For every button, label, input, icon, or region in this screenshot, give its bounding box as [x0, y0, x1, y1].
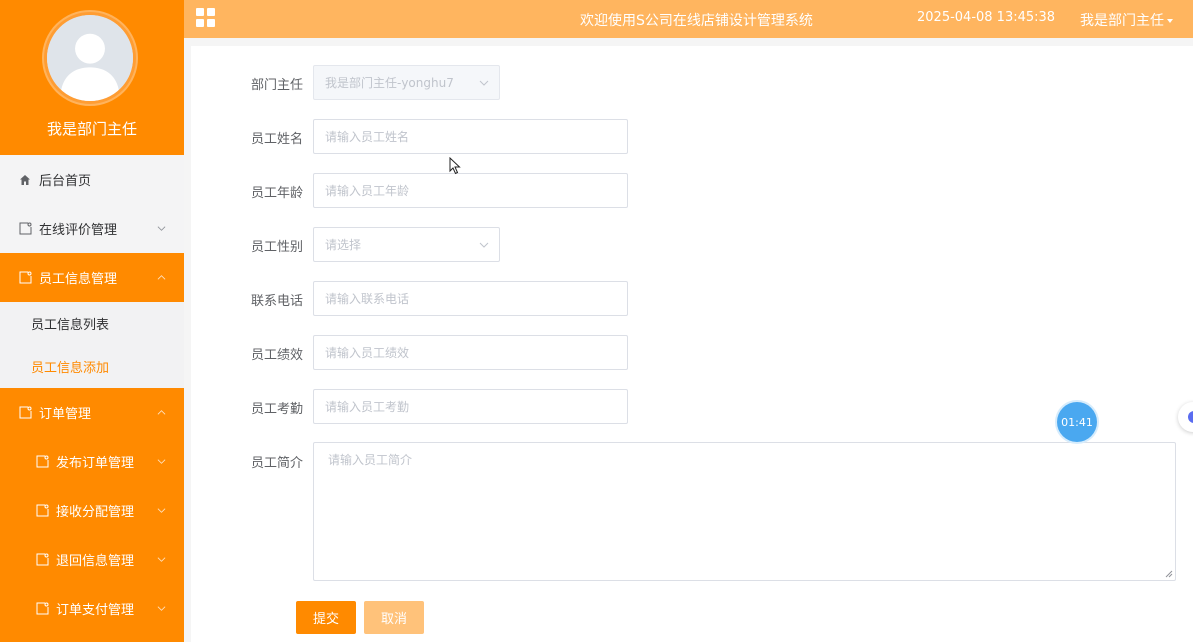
department-head-select: 我是部门主任-yonghu7	[313, 65, 500, 100]
employee-gender-placeholder: 请选择	[325, 238, 362, 252]
sidebar-item-orders[interactable]: 订单管理	[0, 388, 184, 437]
system-title: 欢迎使用S公司在线店铺设计管理系统	[580, 13, 813, 29]
sidebar-item-label: 后台首页	[39, 174, 92, 189]
avatar[interactable]	[44, 12, 136, 104]
chevron-up-icon	[157, 274, 166, 280]
label-employee-age: 员工年龄	[250, 186, 303, 201]
profile: 我是部门主任	[0, 0, 184, 155]
sidebar: 我是部门主任 后台首页 在线评价管理 员工信息管理 员工信息列表 员工信息添加 …	[0, 0, 184, 642]
sidebar-item-home[interactable]: 后台首页	[0, 155, 184, 204]
submit-button[interactable]: 提交	[296, 601, 356, 634]
label-employee-name: 员工姓名	[250, 132, 303, 147]
form-panel: 部门主任 我是部门主任-yonghu7 员工姓名 请输入员工姓名 员工年龄 请输…	[191, 46, 1193, 642]
document-icon	[35, 455, 49, 469]
phone-placeholder: 请输入联系电话	[325, 292, 410, 306]
employee-gender-select[interactable]: 请选择	[313, 227, 500, 262]
sidebar-item-label: 在线评价管理	[39, 223, 118, 238]
employee-profile-textarea[interactable]: 请输入员工简介	[313, 442, 1176, 581]
sidebar-item-label: 退回信息管理	[56, 554, 135, 569]
document-icon	[35, 602, 49, 616]
document-icon	[35, 504, 49, 518]
chevron-down-icon	[157, 458, 166, 464]
document-icon	[18, 271, 32, 285]
sidebar-item-label: 员工信息管理	[39, 272, 118, 287]
performance-placeholder: 请输入员工绩效	[325, 346, 410, 360]
sidebar-item-employee-management[interactable]: 员工信息管理	[0, 253, 184, 302]
sidebar-item-employee-add[interactable]: 员工信息添加	[0, 345, 184, 388]
mouse-cursor-icon	[449, 157, 461, 175]
label-profile: 员工简介	[250, 456, 303, 471]
performance-input[interactable]: 请输入员工绩效	[313, 335, 628, 370]
current-datetime: 2025-04-08 13:45:38	[917, 10, 1056, 25]
sidebar-item-label: 接收分配管理	[56, 505, 135, 520]
label-department-head: 部门主任	[250, 78, 303, 93]
attendance-input[interactable]: 请输入员工考勤	[313, 389, 628, 424]
employee-name-input[interactable]: 请输入员工姓名	[313, 119, 628, 154]
phone-input[interactable]: 请输入联系电话	[313, 281, 628, 316]
cancel-button[interactable]: 取消	[364, 601, 424, 634]
sidebar-item-employee-list[interactable]: 员工信息列表	[0, 302, 184, 345]
resize-handle-icon[interactable]	[1165, 570, 1173, 578]
employee-name-placeholder: 请输入员工姓名	[325, 130, 410, 144]
user-dropdown[interactable]: 我是部门主任	[1080, 10, 1173, 30]
user-silhouette-icon	[47, 15, 133, 101]
label-phone: 联系电话	[250, 294, 303, 309]
timer-badge[interactable]: 01:41	[1057, 402, 1097, 442]
label-employee-gender: 员工性别	[250, 240, 303, 255]
sidebar-item-order-payment[interactable]: 订单支付管理	[0, 584, 184, 633]
user-name: 我是部门主任	[1080, 13, 1164, 29]
label-performance: 员工绩效	[250, 348, 303, 363]
document-icon	[18, 222, 32, 236]
document-icon	[35, 553, 49, 567]
chevron-down-icon	[157, 225, 166, 231]
document-icon	[18, 406, 32, 420]
chevron-down-icon	[157, 507, 166, 513]
sidebar-item-returns[interactable]: 退回信息管理	[0, 535, 184, 584]
sidebar-item-label: 订单支付管理	[56, 603, 135, 618]
chevron-down-icon	[479, 80, 489, 86]
employee-age-placeholder: 请输入员工年龄	[325, 184, 410, 198]
grid-menu-icon[interactable]	[196, 8, 215, 27]
label-attendance: 员工考勤	[250, 402, 303, 417]
sidebar-item-label: 发布订单管理	[56, 456, 135, 471]
department-head-value: 我是部门主任-yonghu7	[325, 76, 454, 90]
employee-age-input[interactable]: 请输入员工年龄	[313, 173, 628, 208]
attendance-placeholder: 请输入员工考勤	[325, 400, 410, 414]
caret-down-icon	[1167, 19, 1173, 23]
chevron-down-icon	[157, 605, 166, 611]
employee-profile-placeholder: 请输入员工简介	[328, 453, 413, 467]
profile-name: 我是部门主任	[46, 120, 137, 138]
chevron-down-icon	[157, 556, 166, 562]
top-header: 欢迎使用S公司在线店铺设计管理系统 2025-04-08 13:45:38 我是…	[184, 0, 1193, 38]
chevron-up-icon	[157, 409, 166, 415]
sidebar-item-label: 订单管理	[39, 407, 92, 422]
home-icon	[18, 173, 32, 187]
sidebar-item-reviews[interactable]: 在线评价管理	[0, 204, 184, 253]
sidebar-item-publish-orders[interactable]: 发布订单管理	[0, 437, 184, 486]
chevron-down-icon	[479, 242, 489, 248]
sidebar-item-receive-assign[interactable]: 接收分配管理	[0, 486, 184, 535]
